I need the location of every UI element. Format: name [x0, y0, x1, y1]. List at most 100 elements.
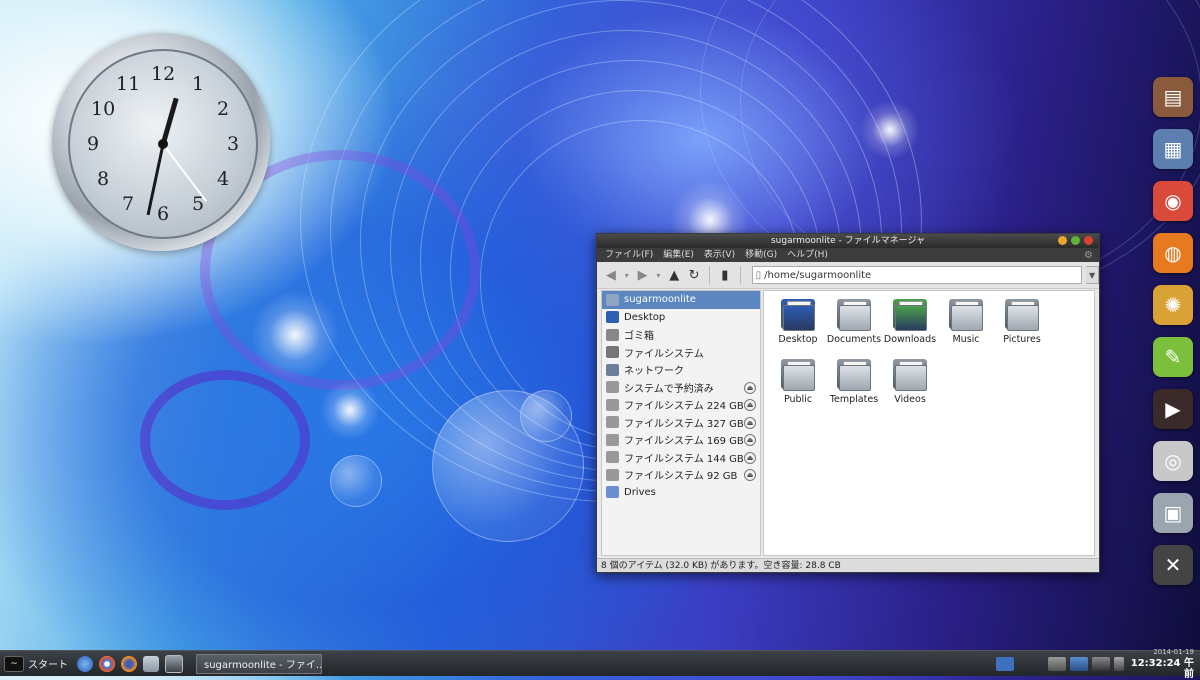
launcher-browser-icon[interactable]	[77, 655, 93, 672]
taskbar-window-label: sugarmoonlite - ファイ...	[204, 660, 322, 671]
dock-cabinet[interactable]: ▤	[1150, 74, 1196, 120]
file-item[interactable]: Pictures	[994, 297, 1050, 345]
menu-bar: ファイル(F) 編集(E) 表示(V) 移動(G) ヘルプ(H) ⚙	[597, 248, 1099, 262]
taskbar-clock[interactable]: 2014-01-19 12:32:24 午前	[1126, 647, 1200, 680]
close-button[interactable]	[1084, 236, 1093, 245]
clock-face: 12 1 2 3 4 5 6 7 8 9 10 11	[68, 49, 258, 239]
dock-packages[interactable]: ▣	[1150, 490, 1196, 536]
arrow-right-icon: ▶	[637, 267, 648, 283]
back-button[interactable]: ◀	[603, 267, 619, 283]
toolbar-separator	[708, 266, 710, 284]
documents-folder-icon	[835, 297, 873, 331]
sidebar-item[interactable]: ファイルシステム 327 GB ⏏	[602, 414, 760, 432]
maximize-button[interactable]	[1071, 236, 1080, 245]
sidebar-item[interactable]: Desktop	[602, 309, 760, 327]
sidebar-item[interactable]: システムで予約済み ⏏	[602, 379, 760, 397]
taskbar-time: 12:32:24 午前	[1130, 658, 1194, 680]
drive-icon	[606, 398, 619, 411]
file-item[interactable]: Desktop	[770, 297, 826, 345]
file-item[interactable]: Downloads	[882, 297, 938, 345]
forward-button[interactable]: ▶	[635, 267, 651, 283]
drive-icon	[606, 468, 619, 481]
toolbar-separator	[739, 266, 741, 284]
sidebar-item[interactable]: Drives	[602, 484, 760, 502]
sidebar-item[interactable]: ネットワーク	[602, 361, 760, 379]
file-manager-icon: ▦	[1153, 129, 1193, 169]
minimize-button[interactable]	[1058, 236, 1067, 245]
launcher-file-manager-icon[interactable]	[143, 655, 159, 672]
taskbar-window-button[interactable]: sugarmoonlite - ファイ...	[196, 653, 322, 674]
sidebar-item-label: ゴミ箱	[624, 331, 654, 343]
media-player-icon: ▶	[1153, 389, 1193, 429]
file-item[interactable]: Documents	[826, 297, 882, 345]
cabinet-icon: ▤	[1153, 77, 1193, 117]
forward-history-button[interactable]: ▾	[654, 267, 662, 283]
file-item[interactable]: Templates	[826, 357, 882, 405]
battery-icon[interactable]	[1048, 656, 1066, 671]
file-item-label: Music	[952, 334, 980, 345]
menu-go[interactable]: 移動(G)	[745, 248, 777, 262]
dock-media[interactable]: ▶	[1150, 386, 1196, 432]
clock-second-hand	[162, 143, 208, 203]
menu-file[interactable]: ファイル(F)	[605, 248, 653, 262]
cpu-monitor-icon[interactable]	[1114, 656, 1124, 671]
launcher-chrome-icon[interactable]	[99, 655, 115, 672]
location-toggle-button[interactable]: ▮	[717, 267, 733, 283]
file-item[interactable]: Public	[770, 357, 826, 405]
sidebar-item[interactable]: ファイルシステム 169 GB ⏏	[602, 431, 760, 449]
file-item[interactable]: Videos	[882, 357, 938, 405]
public-folder-icon	[779, 357, 817, 391]
eject-icon[interactable]: ⏏	[744, 381, 756, 394]
sidebar-item[interactable]: ゴミ箱	[602, 326, 760, 344]
eject-icon[interactable]: ⏏	[744, 434, 756, 446]
launcher-firefox-icon[interactable]	[121, 655, 137, 672]
keyboard-layout-icon[interactable]	[996, 656, 1014, 671]
menu-help[interactable]: ヘルプ(H)	[787, 248, 828, 262]
back-history-button[interactable]: ▾	[623, 267, 631, 283]
clock-widget[interactable]: 12 1 2 3 4 5 6 7 8 9 10 11	[52, 33, 270, 251]
sidebar-item-label: ファイルシステム 224 GB	[624, 401, 744, 413]
clock-number: 11	[116, 73, 141, 95]
menu-edit[interactable]: 編集(E)	[663, 248, 694, 262]
eject-icon[interactable]: ⏏	[744, 399, 756, 411]
dock-paint[interactable]: ✺	[1150, 282, 1196, 328]
desktop-icon	[606, 311, 619, 324]
reload-button[interactable]: ↻	[686, 267, 702, 283]
path-input[interactable]: ▯ /home/sugarmoonlite	[751, 266, 1083, 284]
drives-folder-icon	[606, 486, 619, 499]
dock-disc[interactable]: ◎	[1150, 438, 1196, 484]
sidebar-item[interactable]: ファイルシステム 92 GB ⏏	[602, 466, 760, 484]
volume-icon[interactable]	[1092, 656, 1110, 671]
sidebar-item[interactable]: ファイルシステム 224 GB ⏏	[602, 396, 760, 414]
folder-icon: ▯	[755, 269, 762, 281]
templates-folder-icon	[835, 357, 873, 391]
eject-icon[interactable]: ⏏	[744, 451, 756, 464]
eject-icon[interactable]: ⏏	[744, 416, 756, 429]
sidebar-item[interactable]: ファイルシステム 144 GB ⏏	[602, 449, 760, 467]
drive-icon	[606, 381, 619, 394]
sidebar-item[interactable]: ファイルシステム	[602, 344, 760, 362]
taskbar: ~ スタート sugarmoonlite - ファイ... 2014-01-19…	[0, 648, 1200, 680]
path-dropdown-button[interactable]: ▼	[1086, 266, 1099, 284]
file-item-label: Downloads	[883, 334, 937, 345]
dock-tools[interactable]: ✕	[1150, 542, 1196, 588]
sidebar-item-label: ファイルシステム 169 GB	[624, 436, 744, 448]
network-icon[interactable]	[1070, 656, 1088, 671]
sidebar-item[interactable]: sugarmoonlite	[602, 291, 760, 309]
up-button[interactable]: ▲	[666, 267, 682, 283]
dock-notes[interactable]: ✎	[1150, 334, 1196, 380]
launcher-desktop-icon[interactable]	[165, 654, 183, 673]
menu-grip-icon: ⚙	[1084, 250, 1093, 261]
dock-firefox[interactable]: ◍	[1150, 230, 1196, 276]
file-item[interactable]: Music	[938, 297, 994, 345]
window-titlebar[interactable]: sugarmoonlite - ファイルマネージャ	[597, 234, 1099, 248]
notepad-icon: ✎	[1153, 337, 1193, 377]
downloads-folder-icon	[891, 297, 929, 331]
videos-folder-icon	[891, 357, 929, 391]
eject-icon[interactable]: ⏏	[744, 469, 756, 481]
dock-chrome[interactable]: ◉	[1150, 178, 1196, 224]
dock-file-manager[interactable]: ▦	[1150, 126, 1196, 172]
folder-icon: ▮	[721, 267, 729, 283]
menu-view[interactable]: 表示(V)	[704, 248, 735, 262]
start-button[interactable]: ~ スタート	[0, 651, 74, 676]
